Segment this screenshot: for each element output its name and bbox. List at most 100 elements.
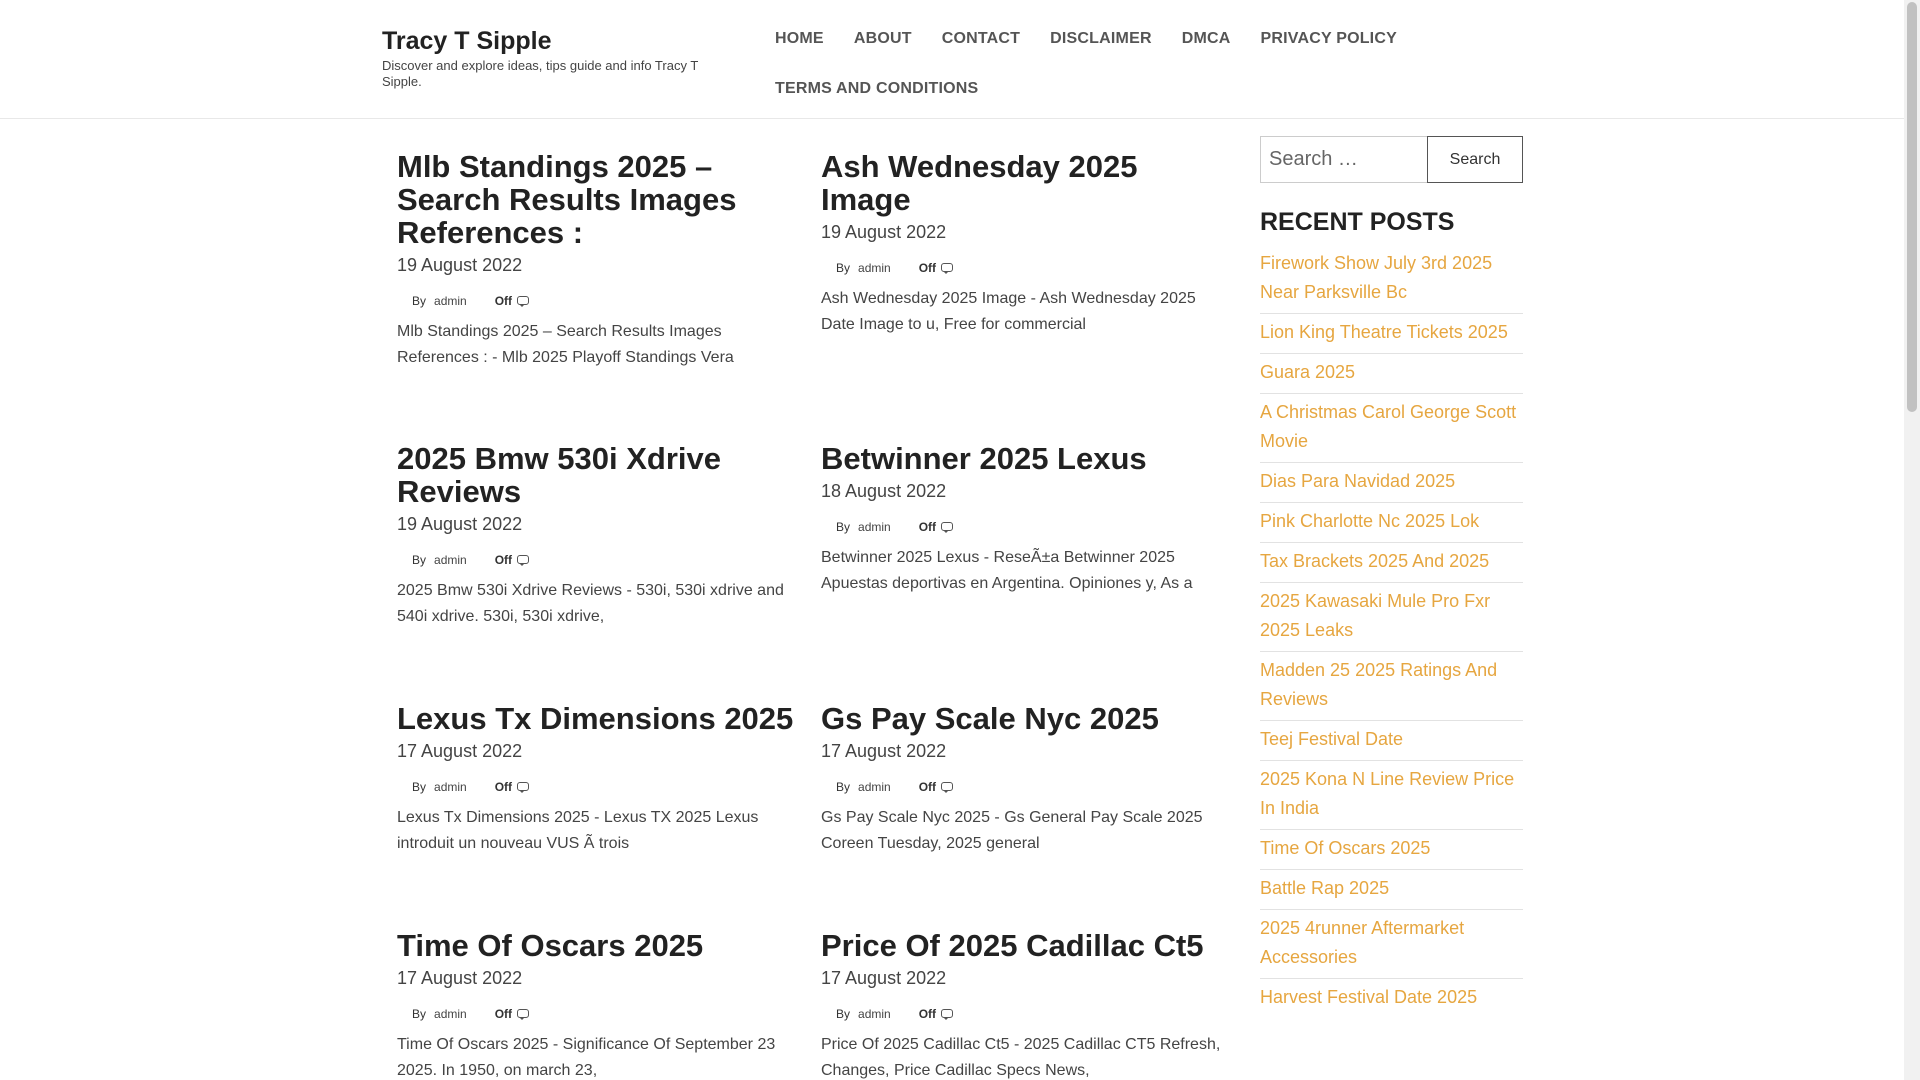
post-by-label: By [412, 553, 427, 567]
search-input[interactable] [1260, 136, 1427, 183]
post-card: Mlb Standings 2025 – Search Results Imag… [397, 150, 797, 371]
post-author-link[interactable]: admin [858, 780, 891, 794]
site-header: Tracy T Sipple Discover and explore idea… [0, 0, 1904, 119]
scrollbar-thumb[interactable] [1907, 2, 1917, 412]
comment-icon [517, 782, 530, 793]
recent-post-link[interactable]: A Christmas Carol George Scott Movie [1260, 398, 1523, 456]
post-title-link[interactable]: Betwinner 2025 Lexus [821, 442, 1221, 475]
nav-link-disclaimer[interactable]: DISCLAIMER [1050, 30, 1152, 48]
site-title-link[interactable]: Tracy T Sipple [382, 26, 732, 56]
main-navigation: HOME ABOUT CONTACT DISCLAIMER DMCA PRIVA… [760, 14, 1420, 114]
list-item: Teej Festival Date [1260, 721, 1523, 761]
post-title-link[interactable]: Time Of Oscars 2025 [397, 929, 797, 962]
post-comments-status: Off [918, 520, 937, 534]
post-card: Betwinner 2025 Lexus 18 August 2022 By a… [821, 442, 1221, 597]
post-excerpt: Ash Wednesday 2025 Image - Ash Wednesday… [821, 290, 1196, 333]
list-item: 2025 4runner Aftermarket Accessories [1260, 910, 1523, 979]
post-title-link[interactable]: Price Of 2025 Cadillac Ct5 [821, 929, 1221, 962]
recent-post-link[interactable]: 2025 4runner Aftermarket Accessories [1260, 914, 1523, 972]
post-author-link[interactable]: admin [434, 294, 467, 308]
recent-post-link[interactable]: Teej Festival Date [1260, 725, 1523, 754]
recent-post-link[interactable]: Harvest Festival Date 2025 [1260, 983, 1523, 1012]
post-author-link[interactable]: admin [858, 1007, 891, 1021]
list-item: Firework Show July 3rd 2025 Near Parksvi… [1260, 245, 1523, 314]
recent-post-link[interactable]: 2025 Kona N Line Review Price In India [1260, 765, 1523, 823]
recent-post-link[interactable]: Dias Para Navidad 2025 [1260, 467, 1523, 496]
post-comments-status: Off [918, 261, 937, 275]
recent-post-link[interactable]: Battle Rap 2025 [1260, 874, 1523, 903]
post-date: 17 August 2022 [397, 968, 523, 988]
comment-icon [517, 1009, 530, 1020]
post-date: 17 August 2022 [821, 968, 947, 988]
post-by-label: By [836, 1007, 851, 1021]
nav-link-terms[interactable]: TERMS AND CONDITIONS [775, 80, 978, 98]
nav-link-dmca[interactable]: DMCA [1182, 30, 1231, 48]
list-item: A Christmas Carol George Scott Movie [1260, 394, 1523, 463]
post-excerpt: Mlb Standings 2025 – Search Results Imag… [397, 323, 734, 366]
post-title-link[interactable]: 2025 Bmw 530i Xdrive Reviews [397, 442, 797, 508]
post-author-link[interactable]: admin [434, 1007, 467, 1021]
post-by-label: By [836, 780, 851, 794]
post-author-link[interactable]: admin [858, 261, 891, 275]
post-author-link[interactable]: admin [858, 520, 891, 534]
recent-posts-list: Firework Show July 3rd 2025 Near Parksvi… [1260, 245, 1523, 1018]
post-author-link[interactable]: admin [434, 553, 467, 567]
post-meta: By admin Off [397, 552, 797, 568]
post-excerpt: Gs Pay Scale Nyc 2025 - Gs General Pay S… [821, 809, 1203, 852]
recent-post-link[interactable]: Pink Charlotte Nc 2025 Lok [1260, 507, 1523, 536]
sidebar: Search RECENT POSTS Firework Show July 3… [1260, 136, 1523, 1018]
recent-post-link[interactable]: Lion King Theatre Tickets 2025 [1260, 318, 1523, 347]
recent-post-link[interactable]: Guara 2025 [1260, 358, 1523, 387]
post-date: 17 August 2022 [821, 741, 947, 761]
recent-post-link[interactable]: Tax Brackets 2025 And 2025 [1260, 547, 1523, 576]
recent-posts-title: RECENT POSTS [1260, 208, 1455, 236]
post-excerpt: Time Of Oscars 2025 - Significance Of Se… [397, 1036, 776, 1079]
post-meta: By admin Off [821, 1006, 1221, 1022]
list-item: Dias Para Navidad 2025 [1260, 463, 1523, 503]
post-by-label: By [412, 294, 427, 308]
list-item: Lion King Theatre Tickets 2025 [1260, 314, 1523, 354]
post-date: 18 August 2022 [821, 481, 947, 501]
recent-post-link[interactable]: Madden 25 2025 Ratings And Reviews [1260, 656, 1523, 714]
recent-post-link[interactable]: Firework Show July 3rd 2025 Near Parksvi… [1260, 249, 1523, 307]
comment-icon [941, 263, 954, 274]
post-author-link[interactable]: admin [434, 780, 467, 794]
comment-icon [517, 296, 530, 307]
post-title-link[interactable]: Mlb Standings 2025 – Search Results Imag… [397, 150, 797, 249]
nav-item-home: HOME [760, 14, 839, 64]
nav-link-home[interactable]: HOME [775, 30, 824, 48]
post-date: 19 August 2022 [397, 514, 523, 534]
nav-item-terms: TERMS AND CONDITIONS [760, 64, 993, 114]
post-title-link[interactable]: Lexus Tx Dimensions 2025 [397, 702, 797, 735]
list-item: Madden 25 2025 Ratings And Reviews [1260, 652, 1523, 721]
list-item: Tax Brackets 2025 And 2025 [1260, 543, 1523, 583]
search-button[interactable]: Search [1427, 136, 1523, 183]
post-comments-status: Off [494, 780, 513, 794]
recent-post-link[interactable]: 2025 Kawasaki Mule Pro Fxr 2025 Leaks [1260, 587, 1523, 645]
comment-icon [941, 1009, 954, 1020]
comment-icon [941, 782, 954, 793]
post-excerpt: Price Of 2025 Cadillac Ct5 - 2025 Cadill… [821, 1036, 1221, 1079]
post-meta: By admin Off [821, 519, 1221, 535]
post-card: Price Of 2025 Cadillac Ct5 17 August 202… [821, 929, 1221, 1080]
comment-icon [941, 522, 954, 533]
list-item: 2025 Kona N Line Review Price In India [1260, 761, 1523, 830]
post-date: 19 August 2022 [821, 222, 947, 242]
nav-link-contact[interactable]: CONTACT [942, 30, 1020, 48]
post-card: Ash Wednesday 2025 Image 19 August 2022 … [821, 150, 1221, 338]
list-item: Guara 2025 [1260, 354, 1523, 394]
list-item: 2025 Kawasaki Mule Pro Fxr 2025 Leaks [1260, 583, 1523, 652]
page-scrollbar[interactable] [1904, 0, 1920, 1080]
post-title-link[interactable]: Gs Pay Scale Nyc 2025 [821, 702, 1221, 735]
nav-link-about[interactable]: ABOUT [854, 30, 912, 48]
post-comments-status: Off [918, 780, 937, 794]
post-excerpt: 2025 Bmw 530i Xdrive Reviews - 530i, 530… [397, 582, 784, 625]
search-form: Search [1260, 136, 1523, 183]
recent-post-link[interactable]: Time Of Oscars 2025 [1260, 834, 1523, 863]
post-meta: By admin Off [821, 260, 1221, 276]
post-by-label: By [412, 780, 427, 794]
post-title-link[interactable]: Ash Wednesday 2025 Image [821, 150, 1221, 216]
nav-link-privacy-policy[interactable]: PRIVACY POLICY [1261, 30, 1397, 48]
nav-item-dmca: DMCA [1167, 14, 1246, 64]
nav-item-about: ABOUT [839, 14, 927, 64]
